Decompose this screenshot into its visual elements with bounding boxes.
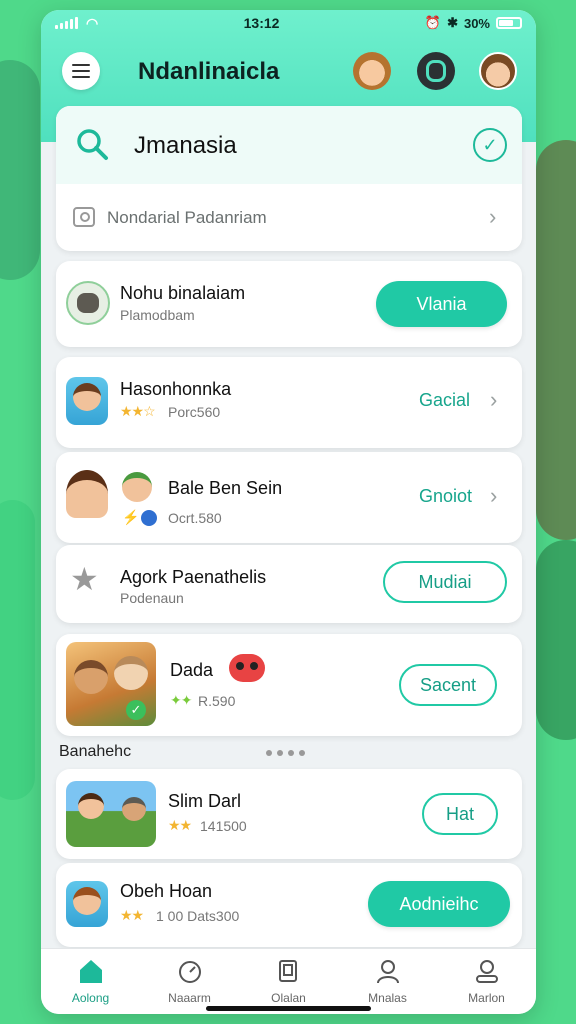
sparkle-icon: ✦✦ bbox=[170, 692, 192, 708]
bottom-navigation: Aolong Naaarm Olalan Mnalas Marlon bbox=[41, 948, 536, 1014]
item-title: Nohu binalaiam bbox=[120, 283, 246, 303]
background-foliage-left bbox=[0, 60, 40, 280]
bolt-icon: ⚡ bbox=[122, 509, 139, 525]
item-subtitle: R.590 bbox=[198, 693, 236, 709]
list-item[interactable]: Obeh Hoan ★★ 1 00 Dats300 Aodnieihc bbox=[56, 863, 522, 947]
suggestion-label: Nondarial Padanriam bbox=[107, 208, 267, 227]
nav-item-profile[interactable]: Marlon bbox=[437, 949, 536, 1014]
app-header: Ndanlinaicla bbox=[41, 46, 536, 110]
nav-label: Naaarm bbox=[168, 991, 211, 1005]
game-thumbnail: ✓ bbox=[66, 642, 156, 726]
character-avatar bbox=[66, 470, 108, 518]
wifi-icon: ◠ bbox=[86, 14, 99, 31]
alarm-icon: ⏰ bbox=[424, 15, 442, 30]
battery-percent: 30% bbox=[463, 15, 490, 31]
rating-stars-icon: ★★ bbox=[168, 817, 192, 833]
search-input[interactable]: Jmanasia bbox=[134, 132, 237, 160]
list-item[interactable]: ✓ Dada ✦✦ R.590 Sacent bbox=[56, 634, 522, 736]
rating-stars-icon: ★★☆ bbox=[120, 403, 156, 419]
avatar-robot[interactable] bbox=[417, 52, 455, 90]
nav-item-user[interactable]: Mnalas bbox=[338, 949, 437, 1014]
item-title: Slim Darl bbox=[168, 791, 242, 811]
signal-icon bbox=[55, 17, 78, 29]
mask-icon bbox=[229, 654, 265, 682]
item-title: Bale Ben Sein bbox=[168, 478, 283, 498]
nav-item-timer[interactable]: Naaarm bbox=[140, 949, 239, 1014]
home-icon bbox=[79, 960, 102, 983]
list-item[interactable]: Slim Darl ★★ 141500 Hat bbox=[56, 769, 522, 859]
timer-icon bbox=[178, 961, 201, 983]
action-button[interactable]: Sacent bbox=[399, 664, 497, 706]
background-grass-left bbox=[0, 500, 35, 800]
action-button[interactable]: Hat bbox=[422, 793, 498, 835]
section-title: Banahehc bbox=[59, 743, 132, 760]
copy-icon bbox=[278, 960, 297, 982]
archer-avatar bbox=[122, 472, 152, 502]
rating-stars-icon: ★★ bbox=[120, 907, 144, 923]
search-bar[interactable]: Jmanasia ✓ bbox=[56, 106, 522, 184]
camera-icon bbox=[73, 207, 95, 227]
bluetooth-icon: ✱ bbox=[447, 15, 458, 30]
status-time: 13:12 bbox=[243, 15, 280, 31]
character-thumbnail bbox=[66, 881, 108, 927]
action-link[interactable]: Gnoiot bbox=[419, 486, 472, 507]
check-icon[interactable]: ✓ bbox=[473, 128, 507, 162]
chevron-right-icon: › bbox=[489, 204, 497, 229]
pagination-dots[interactable] bbox=[266, 750, 305, 756]
nav-label: Olalan bbox=[271, 991, 306, 1005]
star-badge-icon: ★ bbox=[70, 561, 99, 597]
nav-label: Mnalas bbox=[368, 991, 407, 1005]
chevron-right-icon: › bbox=[490, 483, 498, 508]
nav-item-copy[interactable]: Olalan bbox=[239, 949, 338, 1014]
background-tree-right bbox=[536, 140, 576, 540]
item-title: Hasonhonnka bbox=[120, 379, 232, 399]
nav-label: Marlon bbox=[468, 991, 505, 1005]
owl-avatar bbox=[66, 281, 110, 325]
item-subtitle: Podenaun bbox=[120, 590, 184, 606]
item-subtitle: Porc560 bbox=[168, 404, 221, 420]
item-title: Obeh Hoan bbox=[120, 881, 213, 901]
item-subtitle: 1 00 Dats300 bbox=[156, 908, 240, 924]
user-icon bbox=[376, 960, 399, 984]
action-link[interactable]: Gacial bbox=[419, 390, 470, 411]
item-subtitle: 141500 bbox=[200, 818, 247, 834]
game-thumbnail bbox=[66, 781, 156, 847]
list-item[interactable]: Hasonhonnka ★★☆ Porc560 Gacial › bbox=[56, 357, 522, 448]
nav-label: Aolong bbox=[71, 991, 110, 1005]
phone-screen: ◠ 13:12 ⏰ ✱ 30% Ndanlinaicla Jmanasia ✓ bbox=[41, 10, 536, 1014]
list-item[interactable]: ★ Agork Paenathelis Podenaun Mudiai bbox=[56, 545, 522, 623]
search-suggestion[interactable]: Nondarial Padanriam › bbox=[56, 184, 522, 251]
character-thumbnail bbox=[66, 377, 108, 425]
page-title: Ndanlinaicla bbox=[138, 58, 280, 85]
nav-item-home[interactable]: Aolong bbox=[41, 949, 140, 1014]
item-subtitle: Ocrt.580 bbox=[168, 510, 222, 526]
profile-icon bbox=[475, 960, 498, 983]
list-item[interactable]: Bale Ben Sein ⚡ Ocrt.580 Gnoiot › bbox=[56, 452, 522, 543]
check-badge-icon: ✓ bbox=[126, 700, 146, 720]
battery-icon bbox=[496, 17, 522, 29]
action-button[interactable]: Mudiai bbox=[383, 561, 507, 603]
status-bar: ◠ 13:12 ⏰ ✱ 30% bbox=[41, 10, 536, 36]
hamburger-icon bbox=[72, 64, 90, 66]
search-card: Jmanasia ✓ Nondarial Padanriam › bbox=[56, 106, 522, 251]
search-icon bbox=[77, 129, 108, 160]
menu-button[interactable] bbox=[62, 52, 100, 90]
avatar-user[interactable] bbox=[479, 52, 517, 90]
item-title: Agork Paenathelis bbox=[120, 567, 267, 587]
chevron-right-icon: › bbox=[490, 387, 498, 412]
home-indicator bbox=[206, 1006, 371, 1011]
background-foliage-right bbox=[536, 540, 576, 740]
action-button[interactable]: Vlania bbox=[376, 281, 507, 327]
item-subtitle: Plamodbam bbox=[120, 307, 195, 323]
list-item[interactable]: Nohu binalaiam Plamodbam Vlania bbox=[56, 261, 522, 347]
avatar-cowboy[interactable] bbox=[353, 52, 391, 90]
item-title: Dada bbox=[170, 660, 214, 680]
action-button[interactable]: Aodnieihc bbox=[368, 881, 510, 927]
lock-badge-icon bbox=[141, 510, 157, 526]
